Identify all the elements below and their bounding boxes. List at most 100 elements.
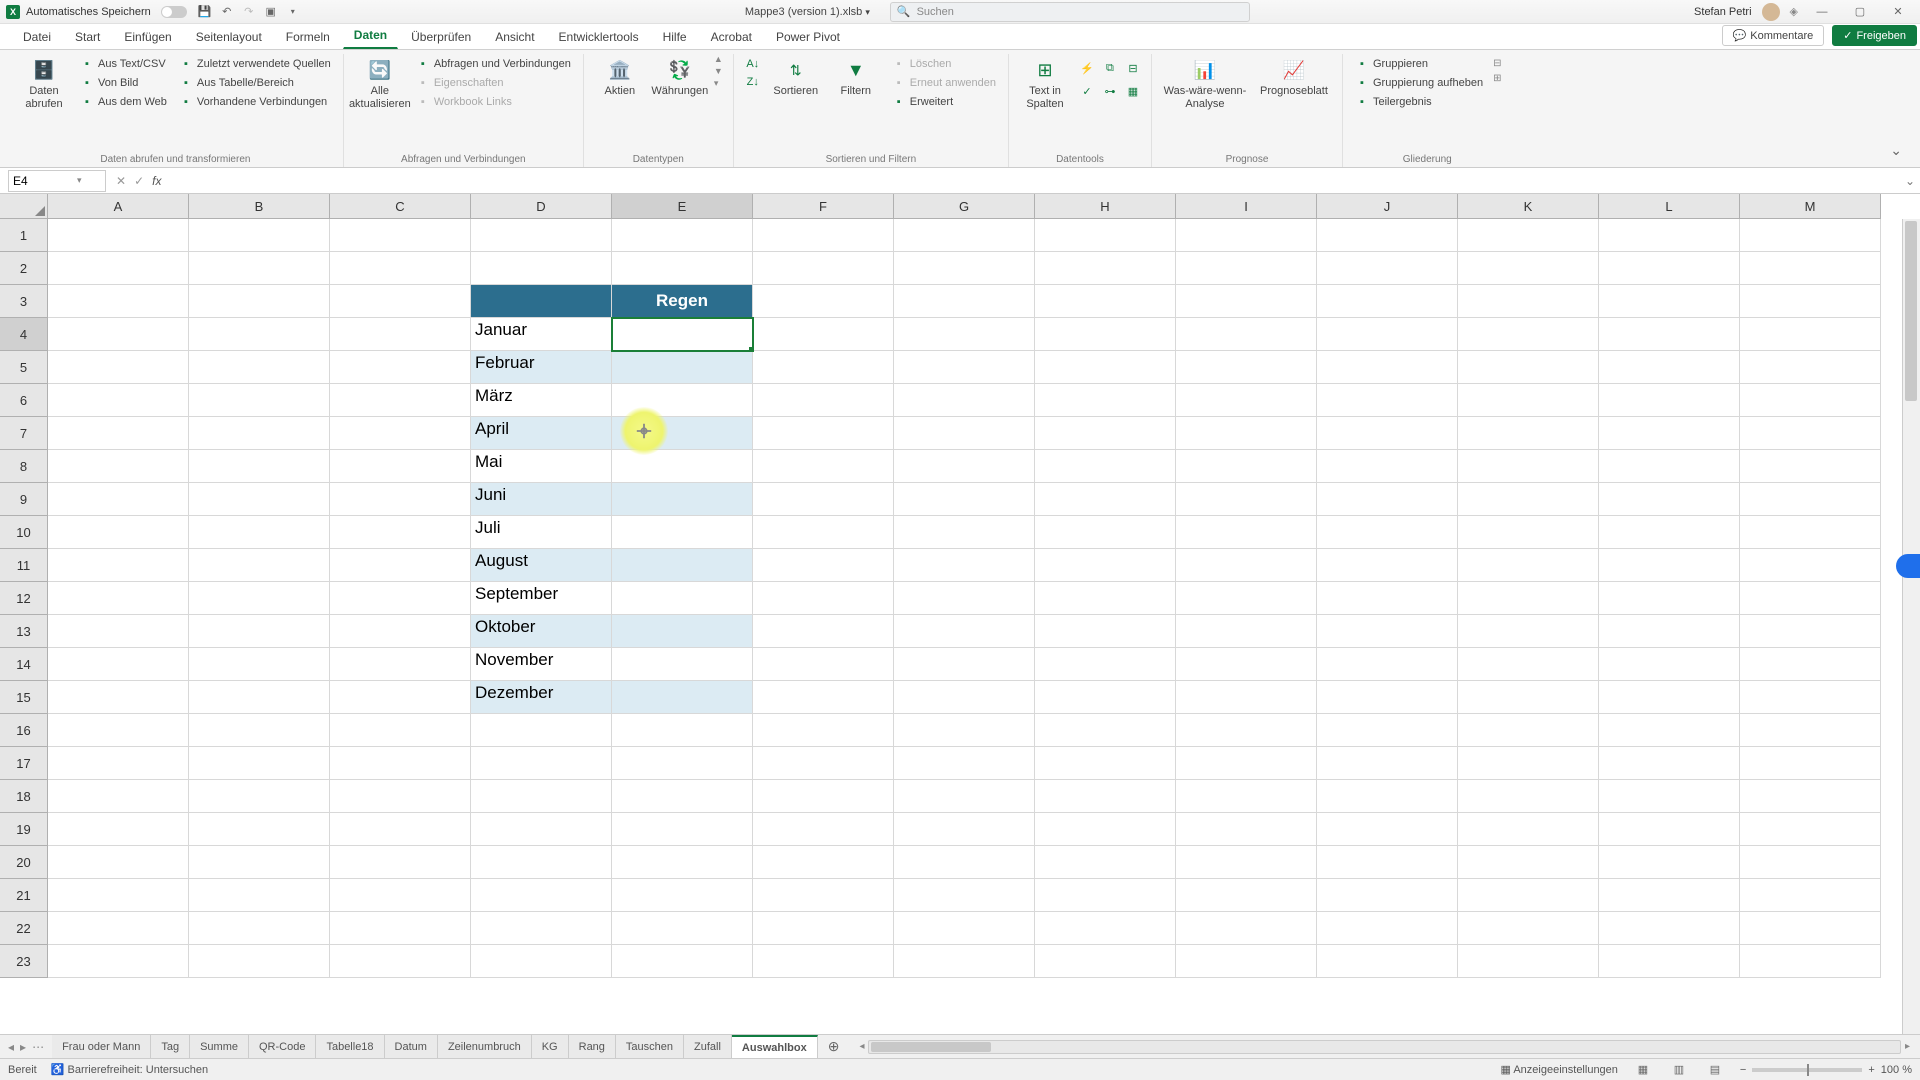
cell[interactable] xyxy=(1599,252,1740,285)
cell[interactable] xyxy=(612,945,753,978)
cell[interactable] xyxy=(1035,681,1176,714)
cell[interactable] xyxy=(1458,582,1599,615)
cell[interactable] xyxy=(1740,945,1881,978)
ribbon-item[interactable]: ▪Aus dem Web xyxy=(76,94,171,110)
horizontal-scrollbar[interactable] xyxy=(868,1040,1900,1054)
cell[interactable]: Mai xyxy=(471,450,612,483)
row-header[interactable]: 8 xyxy=(0,450,48,483)
ribbon-item[interactable]: ▪Aus Text/CSV xyxy=(76,56,171,72)
cell[interactable] xyxy=(612,417,753,450)
tab-nav-prev[interactable]: ▸ xyxy=(20,1040,26,1054)
cell[interactable] xyxy=(189,648,330,681)
cell[interactable] xyxy=(1035,516,1176,549)
cell[interactable] xyxy=(189,615,330,648)
cell[interactable] xyxy=(48,714,189,747)
cell[interactable]: September xyxy=(471,582,612,615)
cell[interactable] xyxy=(612,450,753,483)
column-header[interactable]: F xyxy=(753,194,894,219)
diamond-icon[interactable]: ◈ xyxy=(1790,5,1798,18)
zoom-out-button[interactable]: − xyxy=(1740,1064,1746,1076)
cell[interactable] xyxy=(48,846,189,879)
cell[interactable] xyxy=(1740,879,1881,912)
cell[interactable] xyxy=(894,813,1035,846)
cell[interactable] xyxy=(1599,384,1740,417)
cell[interactable] xyxy=(1740,318,1881,351)
cell[interactable] xyxy=(1176,417,1317,450)
cell[interactable] xyxy=(189,780,330,813)
cell[interactable] xyxy=(894,252,1035,285)
cell[interactable] xyxy=(1176,351,1317,384)
remove-dup-button[interactable]: ⧉ xyxy=(1100,58,1120,78)
filter-button[interactable]: ▼Filtern xyxy=(828,54,884,102)
cell[interactable] xyxy=(330,516,471,549)
cell[interactable] xyxy=(330,945,471,978)
cell[interactable] xyxy=(330,549,471,582)
ribbon-tab-power pivot[interactable]: Power Pivot xyxy=(765,25,851,49)
cell[interactable] xyxy=(1035,912,1176,945)
cell[interactable] xyxy=(1035,318,1176,351)
outline-collapse-icon[interactable]: ⊞ xyxy=(1493,73,1501,84)
row-header[interactable]: 13 xyxy=(0,615,48,648)
zoom-in-button[interactable]: + xyxy=(1868,1064,1874,1076)
cell[interactable] xyxy=(1740,615,1881,648)
cell[interactable] xyxy=(894,582,1035,615)
validation-button[interactable]: ✓ xyxy=(1077,81,1097,101)
scroll-down-icon[interactable]: ▼ xyxy=(714,66,723,76)
cell[interactable] xyxy=(1458,285,1599,318)
cell[interactable] xyxy=(48,648,189,681)
sheet-tab[interactable]: Auswahlbox xyxy=(732,1035,818,1058)
cell[interactable] xyxy=(1599,846,1740,879)
ribbon-tab-datei[interactable]: Datei xyxy=(12,25,62,49)
cell[interactable] xyxy=(1740,681,1881,714)
cell[interactable] xyxy=(894,483,1035,516)
accessibility-status[interactable]: ♿ Barrierefreiheit: Untersuchen xyxy=(51,1063,208,1076)
cell[interactable] xyxy=(1458,747,1599,780)
sort-button[interactable]: ⇅Sortieren xyxy=(768,54,824,102)
cell[interactable] xyxy=(48,681,189,714)
cell[interactable] xyxy=(753,483,894,516)
cell[interactable] xyxy=(753,252,894,285)
column-header[interactable]: H xyxy=(1035,194,1176,219)
cell[interactable] xyxy=(1740,417,1881,450)
ribbon-item[interactable]: ▪Vorhandene Verbindungen xyxy=(175,94,335,110)
cell[interactable] xyxy=(1035,549,1176,582)
cell[interactable] xyxy=(612,879,753,912)
cell[interactable] xyxy=(1035,483,1176,516)
cell[interactable] xyxy=(48,252,189,285)
cell[interactable] xyxy=(1035,747,1176,780)
expand-formula-icon[interactable]: ⌄ xyxy=(1900,174,1920,188)
select-all-corner[interactable] xyxy=(0,194,48,219)
cell[interactable] xyxy=(1035,615,1176,648)
row-header[interactable]: 2 xyxy=(0,252,48,285)
cell[interactable]: Regen xyxy=(612,285,753,318)
cell[interactable] xyxy=(1599,318,1740,351)
column-header[interactable]: C xyxy=(330,194,471,219)
column-header[interactable]: M xyxy=(1740,194,1881,219)
cell[interactable] xyxy=(189,681,330,714)
cell[interactable] xyxy=(48,219,189,252)
cell[interactable] xyxy=(1176,252,1317,285)
cell[interactable] xyxy=(471,945,612,978)
ribbon-tab-start[interactable]: Start xyxy=(64,25,111,49)
cell[interactable] xyxy=(753,615,894,648)
cell[interactable] xyxy=(1176,813,1317,846)
cell[interactable]: Januar xyxy=(471,318,612,351)
cell[interactable] xyxy=(612,813,753,846)
cell[interactable] xyxy=(1317,615,1458,648)
cell[interactable] xyxy=(1458,318,1599,351)
name-box-input[interactable] xyxy=(13,174,73,188)
cell[interactable] xyxy=(612,351,753,384)
cell[interactable] xyxy=(894,417,1035,450)
cell[interactable] xyxy=(894,879,1035,912)
consolidate-button[interactable]: ⊟ xyxy=(1123,58,1143,78)
cell[interactable] xyxy=(1458,780,1599,813)
cell[interactable] xyxy=(1035,351,1176,384)
cell[interactable] xyxy=(1317,813,1458,846)
column-header[interactable]: A xyxy=(48,194,189,219)
row-header[interactable]: 18 xyxy=(0,780,48,813)
cell[interactable] xyxy=(612,318,753,351)
ribbon-item[interactable]: ▪Abfragen und Verbindungen xyxy=(412,56,575,72)
cell[interactable] xyxy=(894,549,1035,582)
cell[interactable] xyxy=(330,318,471,351)
cell[interactable] xyxy=(1176,516,1317,549)
